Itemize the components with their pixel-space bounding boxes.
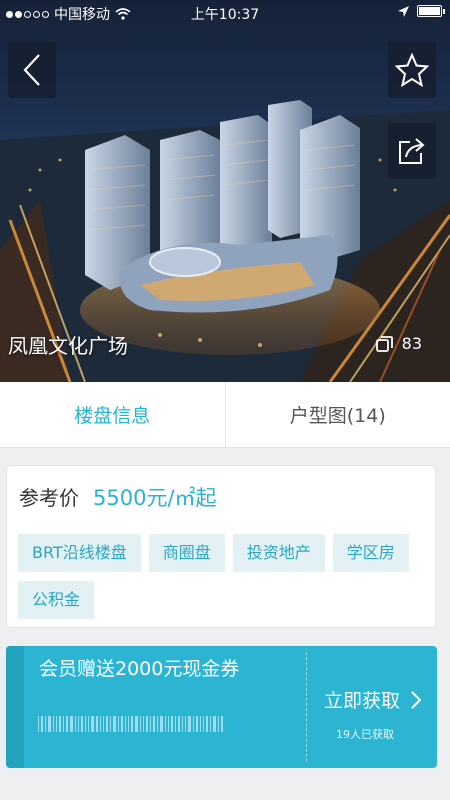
star-outline-icon <box>395 53 429 87</box>
claim-button[interactable]: 立即获取 <box>324 686 422 713</box>
tag-list: BRT沿线楼盘 商圈盘 投资地产 学区房 公积金 <box>18 534 428 619</box>
share-button[interactable] <box>388 123 436 179</box>
coupon-title: 会员赠送2000元现金券 <box>39 658 240 680</box>
status-bar: 中国移动 上午10:37 <box>0 0 450 26</box>
location-arrow-icon <box>398 5 409 17</box>
building-rendering <box>0 0 450 382</box>
battery-icon <box>417 5 445 17</box>
barcode-graphic <box>38 716 223 732</box>
coupon-stub <box>6 646 24 768</box>
tag-investment[interactable]: 投资地产 <box>232 534 325 572</box>
photo-count-value: 83 <box>401 334 422 353</box>
price-label: 参考价 <box>19 486 79 510</box>
favorite-button[interactable] <box>388 42 436 98</box>
project-title: 凤凰文化广场 <box>8 334 128 358</box>
price-value: 5500元/㎡起 <box>93 486 217 510</box>
back-button[interactable] <box>8 42 56 98</box>
tab-floor-plans[interactable]: 户型图(14) <box>224 382 450 447</box>
tag-brt[interactable]: BRT沿线楼盘 <box>18 534 141 572</box>
status-right <box>398 5 445 17</box>
tag-housing-fund[interactable]: 公积金 <box>18 581 95 619</box>
claim-button-label: 立即获取 <box>324 690 401 712</box>
tab-bar: 楼盘信息 户型图(14) <box>0 382 450 448</box>
share-icon <box>399 138 425 164</box>
price-row: 参考价 5500元/㎡起 <box>19 482 217 512</box>
photo-count[interactable]: 83 <box>375 334 422 353</box>
chevron-left-icon <box>23 54 40 86</box>
chevron-right-icon <box>411 690 422 709</box>
gallery-icon <box>375 335 393 352</box>
coupon-divider <box>306 652 307 762</box>
claimed-count: 19人已获取 <box>336 728 394 741</box>
price-card: 参考价 5500元/㎡起 BRT沿线楼盘 商圈盘 投资地产 学区房 公积金 <box>6 465 436 628</box>
tag-school-district[interactable]: 学区房 <box>332 534 409 572</box>
tag-business-district[interactable]: 商圈盘 <box>148 534 225 572</box>
tab-project-info[interactable]: 楼盘信息 <box>0 382 225 447</box>
hero-image[interactable]: 中国移动 上午10:37 凤凰文化广场 83 <box>0 0 450 382</box>
status-time: 上午10:37 <box>190 7 260 23</box>
coupon-banner[interactable]: 会员赠送2000元现金券 立即获取 19人已获取 <box>6 646 437 768</box>
